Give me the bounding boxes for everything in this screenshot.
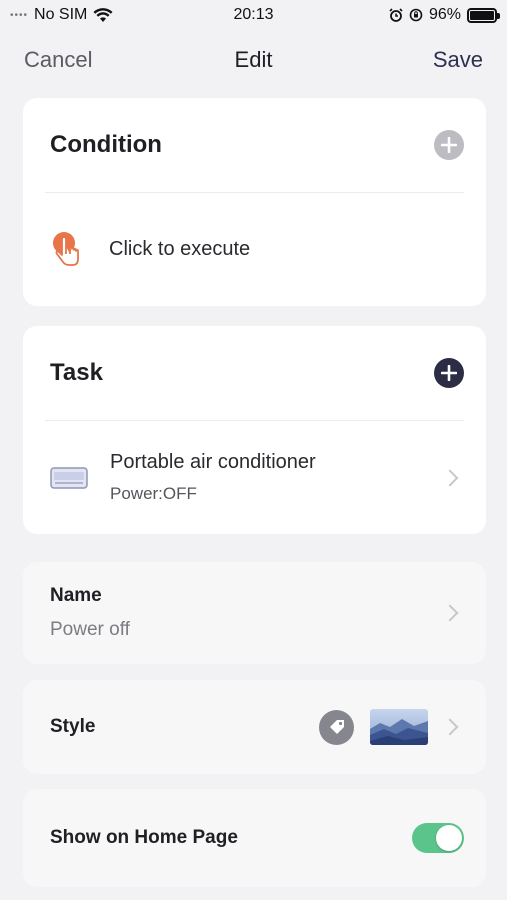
style-row: Style <box>23 680 486 774</box>
condition-item-label: Click to execute <box>109 238 251 260</box>
air-conditioner-icon <box>50 466 88 489</box>
task-card: Task Portable air conditioner Power:OFF <box>23 326 486 534</box>
status-right: 96% <box>389 6 500 24</box>
show-on-home-toggle[interactable] <box>412 823 464 853</box>
carrier-label: No SIM <box>34 6 88 23</box>
condition-header: Condition <box>23 98 486 192</box>
device-name: Portable air conditioner <box>110 451 316 473</box>
condition-card: Condition Click to execute <box>23 98 486 306</box>
chevron-right-icon <box>441 718 459 736</box>
style-label: Style <box>50 716 96 737</box>
chevron-right-icon <box>441 469 459 486</box>
task-item[interactable]: Portable air conditioner Power:OFF <box>23 421 486 534</box>
toggle-knob <box>436 825 462 851</box>
save-button[interactable]: Save <box>433 47 483 73</box>
plus-icon <box>441 365 457 381</box>
background-thumbnail-icon <box>370 709 428 745</box>
add-condition-button[interactable] <box>434 130 464 160</box>
rotation-lock-icon <box>409 8 423 22</box>
signal-dots: •••• <box>10 9 29 21</box>
add-task-button[interactable] <box>434 358 464 388</box>
status-left: •••• No SIM <box>10 6 113 24</box>
cancel-button[interactable]: Cancel <box>24 47 92 73</box>
home-page-row: Show on Home Page <box>23 789 486 887</box>
condition-title: Condition <box>50 131 162 158</box>
chevron-right-icon <box>441 604 459 622</box>
style-preview <box>319 709 464 745</box>
home-page-card: Show on Home Page <box>23 789 486 887</box>
battery-percent: 96% <box>428 6 461 23</box>
plus-icon <box>441 137 457 153</box>
tap-hand-icon <box>53 231 79 266</box>
status-bar: •••• No SIM 20:13 96% <box>0 0 507 30</box>
battery-icon <box>467 7 500 23</box>
task-title: Task <box>50 359 103 386</box>
name-value: Power off <box>50 619 130 640</box>
task-header: Task <box>23 326 486 420</box>
alarm-icon <box>389 8 403 22</box>
device-state: Power:OFF <box>110 484 197 503</box>
tag-icon <box>319 709 354 745</box>
style-card[interactable]: Style <box>23 680 486 774</box>
task-item-text: Portable air conditioner Power:OFF <box>110 451 316 504</box>
name-text: Name Power off <box>50 585 130 641</box>
nav-bar: Cancel Edit Save <box>0 40 507 80</box>
task-item-content: Portable air conditioner Power:OFF <box>50 451 316 504</box>
wifi-icon <box>93 7 113 22</box>
name-card[interactable]: Name Power off <box>23 562 486 664</box>
name-row: Name Power off <box>23 562 486 664</box>
name-label: Name <box>50 585 102 606</box>
condition-item[interactable]: Click to execute <box>23 193 486 306</box>
home-page-label: Show on Home Page <box>50 827 238 848</box>
